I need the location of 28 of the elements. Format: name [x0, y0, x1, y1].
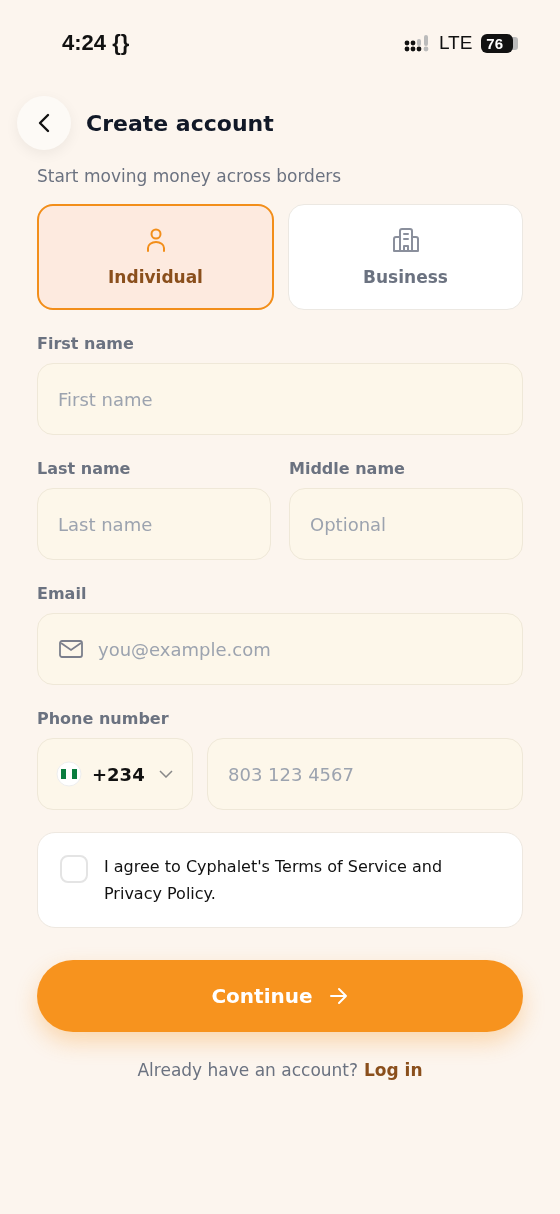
input-field[interactable]: Optional — [289, 488, 523, 560]
account-type-option[interactable]: Business — [288, 204, 523, 310]
email-field[interactable]: you@example.com — [37, 613, 523, 685]
account-type-option[interactable]: Individual — [37, 204, 274, 310]
chevron-down-icon — [158, 770, 173, 778]
page-subtitle: Start moving money across borders — [37, 166, 343, 186]
status-time: 4:24 {} — [62, 30, 130, 56]
field-label: Email — [37, 584, 88, 603]
field-label: First name — [37, 334, 135, 353]
input-field[interactable]: Last name — [37, 488, 271, 560]
login-prompt: Already have an account? — [137, 1060, 358, 1080]
checkbox[interactable] — [60, 855, 88, 883]
mail-icon — [59, 640, 83, 658]
field-label: Last name — [37, 459, 132, 478]
input-field[interactable]: First name — [37, 363, 523, 435]
login-link[interactable]: Log in — [364, 1060, 423, 1080]
phone-input[interactable]: 803 123 4567 — [207, 738, 523, 810]
field-label: Phone number — [37, 709, 170, 728]
field-label: Middle name — [289, 459, 406, 478]
building-icon — [391, 227, 420, 253]
signal-icon — [403, 34, 430, 52]
back-icon — [37, 112, 51, 134]
page-title: Create account — [86, 110, 274, 136]
network-label: LTE — [438, 32, 473, 54]
flag-icon — [56, 761, 82, 787]
arrow-right-icon — [328, 987, 349, 1005]
terms-text: I agree to Cyphalet's Terms of Service and Privacy Policy. — [104, 856, 444, 905]
country-code-selector[interactable]: +234 — [37, 738, 193, 810]
